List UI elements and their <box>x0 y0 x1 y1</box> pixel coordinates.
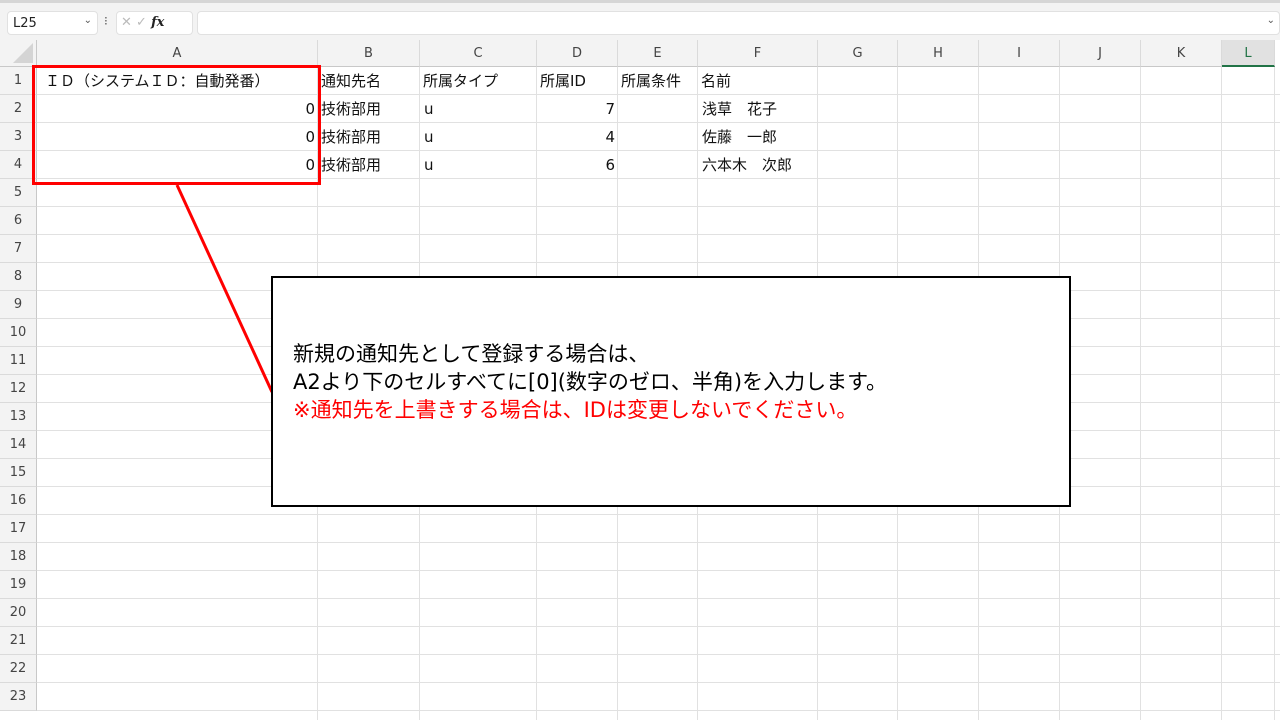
callout-line-1: 新規の通知先として登録する場合は、 <box>293 342 650 366</box>
instruction-callout: 新規の通知先として登録する場合は、 A2より下のセルすべてに[0](数字のゼロ、… <box>271 276 1071 507</box>
callout-warning: ※通知先を上書きする場合は、IDは変更しないでください。 <box>293 398 858 422</box>
callout-line-2: A2より下のセルすべてに[0](数字のゼロ、半角)を入力します。 <box>293 370 888 394</box>
